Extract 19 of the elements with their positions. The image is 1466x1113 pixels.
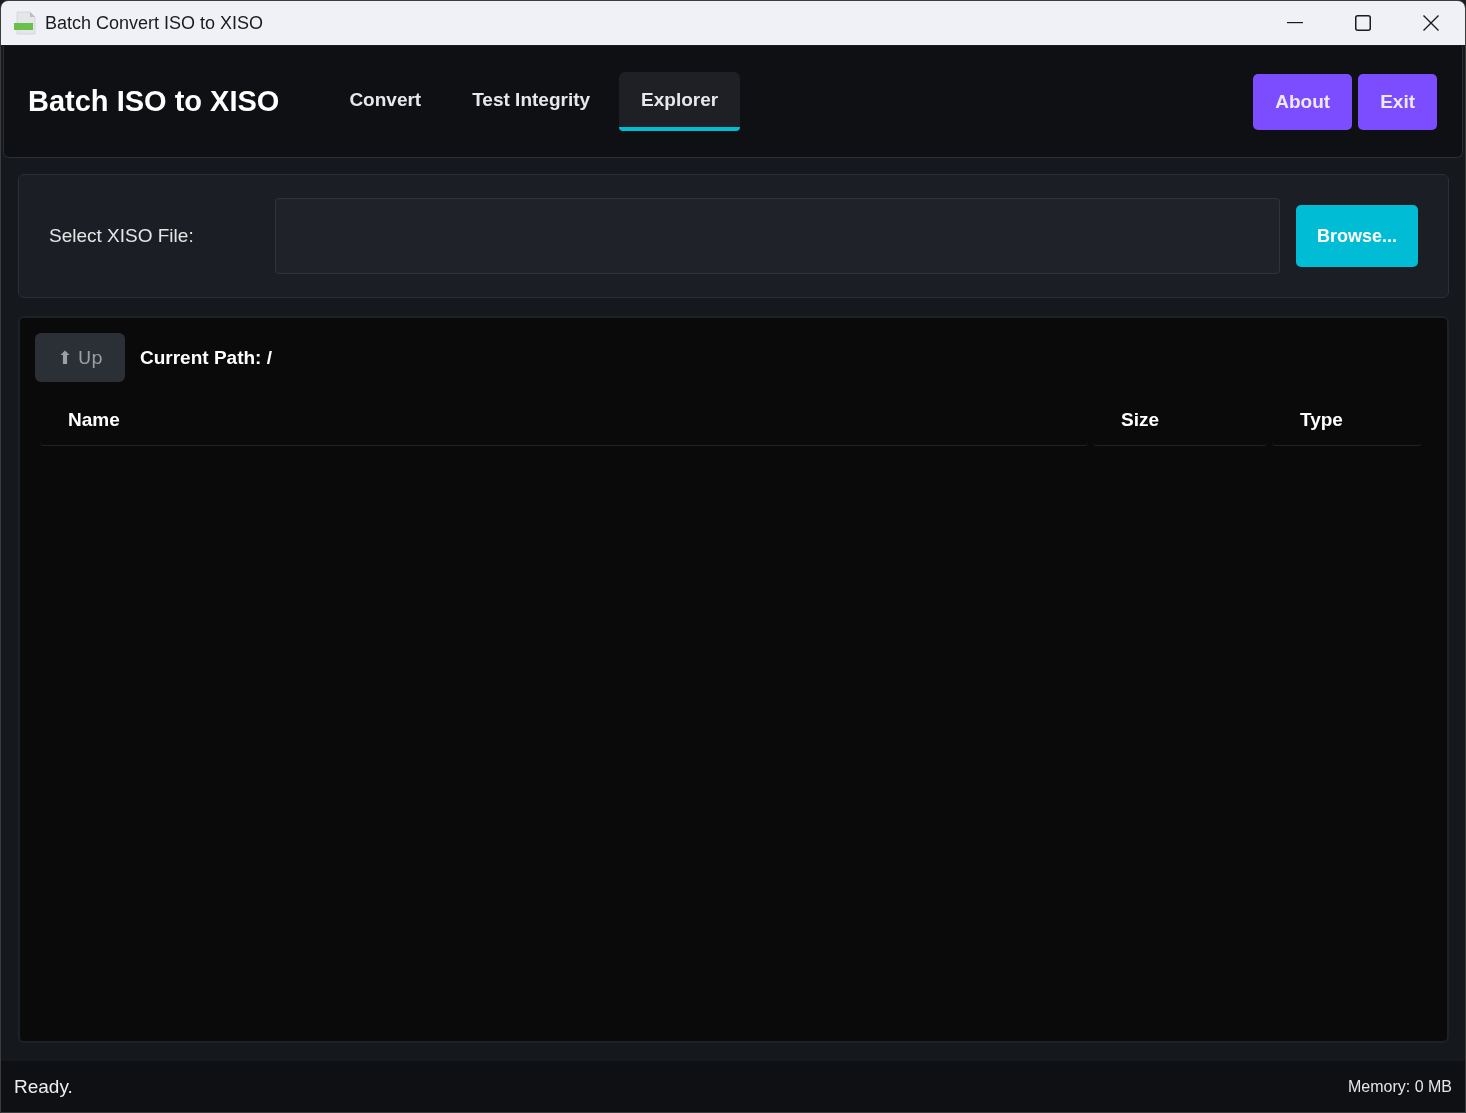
app-brand: Batch ISO to XISO (28, 85, 280, 118)
file-icon (13, 11, 37, 35)
up-button[interactable]: ⬆ Up (35, 333, 125, 382)
window-title: Batch Convert ISO to XISO (45, 12, 264, 34)
column-header[interactable]: Size (1093, 395, 1267, 446)
about-button[interactable]: About (1253, 73, 1353, 130)
current-path-label: Current Path: / (140, 346, 272, 369)
nav-tab[interactable]: Explorer (619, 72, 741, 131)
column-header[interactable]: Type (1272, 395, 1422, 446)
exit-button[interactable]: Exit (1358, 73, 1437, 130)
maximize-icon (1355, 15, 1371, 31)
close-icon (1423, 15, 1439, 31)
column-header[interactable]: Name (40, 395, 1088, 446)
status-text: Ready. (14, 1075, 73, 1098)
nav-tab[interactable]: Test Integrity (450, 72, 613, 131)
minimize-icon (1287, 22, 1303, 24)
field-label: Select XISO File: (49, 225, 195, 247)
nav-tab[interactable]: Convert (327, 72, 444, 131)
memory-usage-text: Memory: 0 MB (1348, 1077, 1452, 1096)
